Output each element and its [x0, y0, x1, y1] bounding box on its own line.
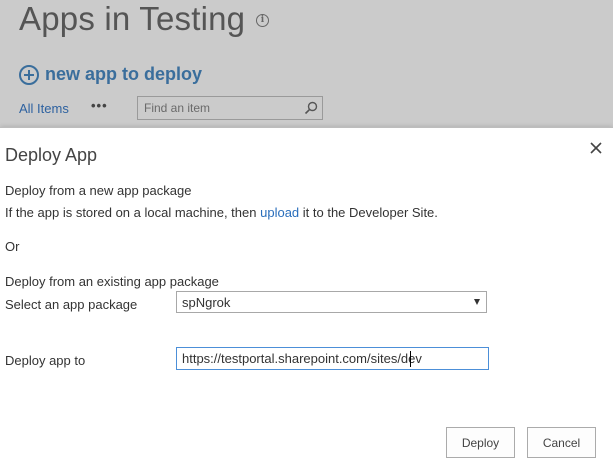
all-items-view-link[interactable]: All Items: [19, 101, 69, 116]
upload-instructions-prefix: If the app is stored on a local machine,…: [5, 205, 261, 220]
new-app-button[interactable]: new app to deploy: [19, 64, 202, 85]
deploy-to-url-input[interactable]: https://testportal.sharepoint.com/sites/…: [176, 347, 489, 370]
dialog-title: Deploy App: [5, 145, 98, 165]
text-cursor: [410, 351, 411, 367]
find-item-search-box[interactable]: Find an item: [137, 96, 323, 120]
existing-package-heading: Deploy from an existing app package: [5, 274, 219, 289]
upload-instructions-suffix: it to the Developer Site.: [299, 205, 438, 220]
page-backdrop: Apps in Testing i new app to deploy All …: [0, 0, 613, 127]
deploy-button[interactable]: Deploy: [446, 427, 515, 458]
upload-instructions: If the app is stored on a local machine,…: [5, 205, 438, 220]
new-app-label: new app to deploy: [45, 64, 203, 84]
deploy-to-label: Deploy app to: [5, 353, 86, 368]
or-label: Or: [5, 239, 20, 254]
plus-circle-icon: [19, 64, 39, 85]
app-package-select[interactable]: spNgrok: [176, 291, 487, 313]
upload-link[interactable]: upload: [260, 205, 299, 220]
app-package-select-value: spNgrok: [182, 295, 231, 310]
find-item-placeholder: Find an item: [144, 101, 211, 115]
info-icon[interactable]: i: [256, 14, 269, 27]
page-title: Apps in Testing: [19, 0, 246, 37]
new-package-heading: Deploy from a new app package: [5, 183, 192, 198]
select-package-label: Select an app package: [5, 297, 138, 312]
close-icon[interactable]: [589, 141, 603, 155]
dropdown-arrow-icon: [474, 299, 480, 305]
cancel-button[interactable]: Cancel: [527, 427, 596, 458]
search-icon[interactable]: [304, 101, 318, 115]
more-icon[interactable]: •••: [91, 98, 108, 113]
deploy-app-dialog: Deploy App Deploy from a new app package…: [0, 127, 613, 475]
deploy-to-url-value: https://testportal.sharepoint.com/sites/…: [182, 351, 422, 366]
